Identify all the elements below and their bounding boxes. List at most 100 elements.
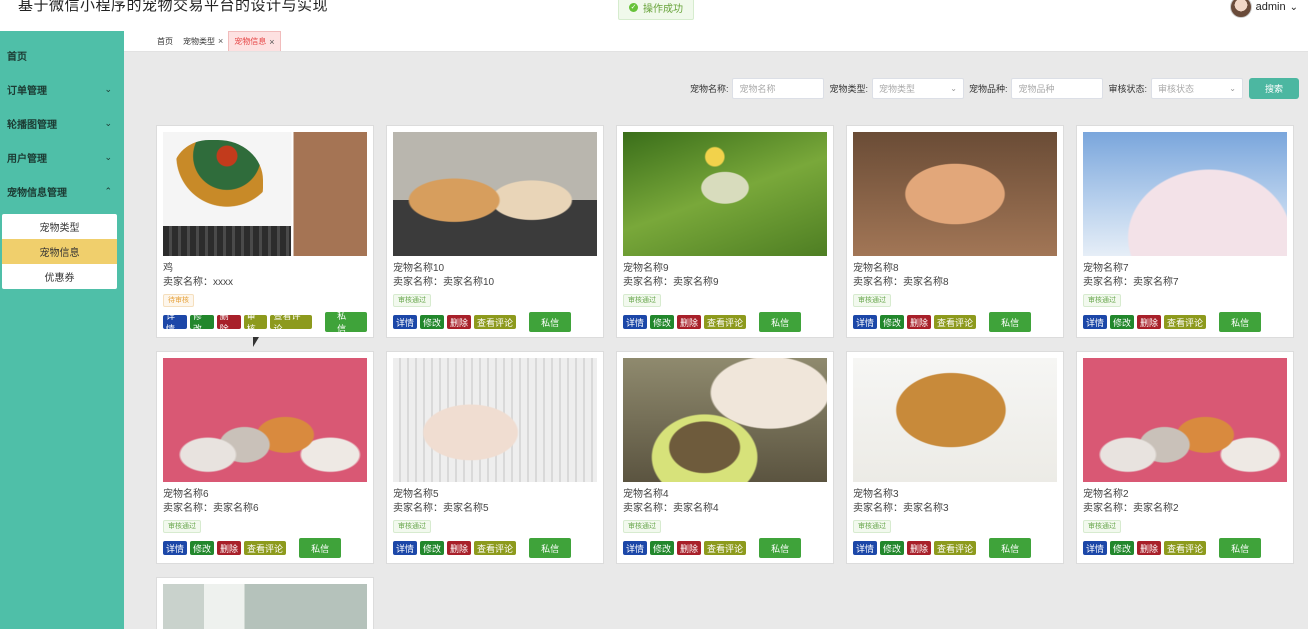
submenu-item-pet-info[interactable]: 宠物信息: [2, 239, 117, 264]
edit-button[interactable]: 修改: [189, 311, 214, 334]
message-button[interactable]: 私信: [759, 312, 802, 332]
view-reviews-button[interactable]: 查看评论: [934, 541, 977, 555]
delete-button[interactable]: 删除: [677, 315, 702, 329]
message-button[interactable]: 私信: [989, 312, 1032, 332]
edit-button[interactable]: 修改: [650, 541, 675, 555]
delete-button[interactable]: 删除: [677, 541, 702, 555]
pet-photo: [853, 358, 1057, 482]
edit-button[interactable]: 修改: [1110, 541, 1135, 555]
edit-button[interactable]: 修改: [420, 315, 445, 329]
message-button[interactable]: 私信: [1219, 538, 1262, 558]
view-reviews-button[interactable]: 查看评论: [704, 541, 747, 555]
detail-button[interactable]: 详情: [853, 541, 878, 555]
avatar: [1229, 0, 1252, 18]
submenu-item-pet-type[interactable]: 宠物类型: [2, 214, 117, 239]
delete-button[interactable]: 删除: [217, 541, 242, 555]
tab-label: 首页: [157, 36, 173, 46]
toast-message: 操作成功: [643, 3, 683, 15]
pet-name: 宠物名称3: [853, 489, 899, 500]
sidebar-item-pet-info[interactable]: 宠物信息管理 ⌃: [0, 174, 124, 208]
edit-button[interactable]: 修改: [190, 541, 215, 555]
pet-name: 鸡: [163, 263, 173, 274]
message-button[interactable]: 私信: [325, 311, 367, 334]
view-reviews-button[interactable]: 查看评论: [244, 541, 287, 555]
pet-card: 宠物名称10 卖家名称：卖家名称10 审核通过 详情 修改 删除 查看评论 私信: [386, 125, 604, 338]
pet-card: 宠物名称4 卖家名称：卖家名称4 审核通过 详情 修改 删除 查看评论 私信: [616, 351, 834, 564]
pet-card: [156, 577, 374, 629]
pet-name: 宠物名称4: [623, 489, 669, 500]
chevron-down-icon: ⌄: [950, 84, 957, 93]
pet-name: 宠物名称9: [623, 263, 669, 274]
status-badge: 待审核: [163, 294, 194, 307]
close-icon[interactable]: ×: [218, 36, 223, 46]
pet-card: 宠物名称3 卖家名称：卖家名称3 审核通过 详情 修改 删除 查看评论 私信: [846, 351, 1064, 564]
sidebar-item-carousel[interactable]: 轮播图管理 ⌄: [0, 106, 124, 140]
delete-button[interactable]: 删除: [1137, 541, 1162, 555]
view-reviews-button[interactable]: 查看评论: [270, 311, 313, 334]
sidebar-item-home[interactable]: 首页: [0, 38, 124, 72]
detail-button[interactable]: 详情: [853, 315, 878, 329]
message-button[interactable]: 私信: [989, 538, 1032, 558]
view-reviews-button[interactable]: 查看评论: [474, 541, 517, 555]
message-button[interactable]: 私信: [759, 538, 802, 558]
card-actions: 详情 修改 删除 查看评论 私信: [623, 538, 827, 558]
sidebar-item-label: 宠物信息管理: [7, 187, 67, 199]
search-button[interactable]: 搜索: [1249, 78, 1299, 99]
card-actions: 详情 修改 删除 查看评论 私信: [853, 312, 1057, 332]
pet-name: 宠物名称7: [1083, 263, 1129, 274]
message-button[interactable]: 私信: [529, 312, 572, 332]
delete-button[interactable]: 删除: [907, 541, 932, 555]
delete-button[interactable]: 删除: [1137, 315, 1162, 329]
pet-breed-input[interactable]: 宠物品种: [1011, 78, 1104, 99]
detail-button[interactable]: 详情: [623, 315, 648, 329]
pet-photo: [623, 132, 827, 256]
audit-button[interactable]: 审核: [243, 311, 268, 334]
chevron-down-icon: ⌄: [104, 117, 112, 128]
pet-photo: [1083, 358, 1287, 482]
pet-photo: [163, 584, 367, 629]
status-badge: 审核通过: [1083, 294, 1121, 307]
view-reviews-button[interactable]: 查看评论: [934, 315, 977, 329]
detail-button[interactable]: 详情: [1083, 315, 1108, 329]
delete-button[interactable]: 删除: [907, 315, 932, 329]
detail-button[interactable]: 详情: [163, 541, 188, 555]
close-icon[interactable]: ×: [269, 37, 274, 47]
edit-button[interactable]: 修改: [650, 315, 675, 329]
audit-status-select[interactable]: 审核状态 ⌄: [1151, 78, 1243, 99]
tab-pet-type[interactable]: 宠物类型 ×: [178, 31, 228, 51]
detail-button[interactable]: 详情: [393, 541, 418, 555]
detail-button[interactable]: 详情: [163, 311, 187, 334]
sidebar-item-orders[interactable]: 订单管理 ⌄: [0, 72, 124, 106]
audit-status-label: 审核状态:: [1108, 84, 1147, 94]
view-reviews-button[interactable]: 查看评论: [704, 315, 747, 329]
user-menu[interactable]: admin ⌄: [1229, 0, 1298, 18]
message-button[interactable]: 私信: [529, 538, 572, 558]
sidebar-item-users[interactable]: 用户管理 ⌄: [0, 140, 124, 174]
card-actions: 详情 修改 删除 查看评论 私信: [1083, 538, 1287, 558]
pet-name: 宠物名称8: [853, 263, 899, 274]
message-button[interactable]: 私信: [1219, 312, 1262, 332]
delete-button[interactable]: 删除: [447, 541, 472, 555]
pet-name: 宠物名称6: [163, 489, 209, 500]
view-reviews-button[interactable]: 查看评论: [1164, 541, 1207, 555]
delete-button[interactable]: 删除: [216, 311, 241, 334]
message-button[interactable]: 私信: [299, 538, 342, 558]
view-reviews-button[interactable]: 查看评论: [1164, 315, 1207, 329]
pet-name-input[interactable]: 宠物名称: [732, 78, 825, 99]
pet-card: 宠物名称8 卖家名称：卖家名称8 审核通过 详情 修改 删除 查看评论 私信: [846, 125, 1064, 338]
detail-button[interactable]: 详情: [623, 541, 648, 555]
success-toast: ✓ 操作成功: [618, 0, 694, 20]
tab-pet-info[interactable]: 宠物信息 ×: [228, 31, 281, 51]
tab-home[interactable]: 首页: [152, 31, 178, 51]
submenu-item-coupon[interactable]: 优惠券: [2, 264, 117, 289]
detail-button[interactable]: 详情: [393, 315, 418, 329]
edit-button[interactable]: 修改: [1110, 315, 1135, 329]
delete-button[interactable]: 删除: [447, 315, 472, 329]
detail-button[interactable]: 详情: [1083, 541, 1108, 555]
view-reviews-button[interactable]: 查看评论: [474, 315, 517, 329]
edit-button[interactable]: 修改: [420, 541, 445, 555]
edit-button[interactable]: 修改: [880, 541, 905, 555]
pet-type-select[interactable]: 宠物类型 ⌄: [871, 78, 964, 99]
edit-button[interactable]: 修改: [880, 315, 905, 329]
pet-card: 鸡 卖家名称：xxxx 待审核 详情 修改 删除 审核 查看评论 私信: [156, 125, 374, 338]
